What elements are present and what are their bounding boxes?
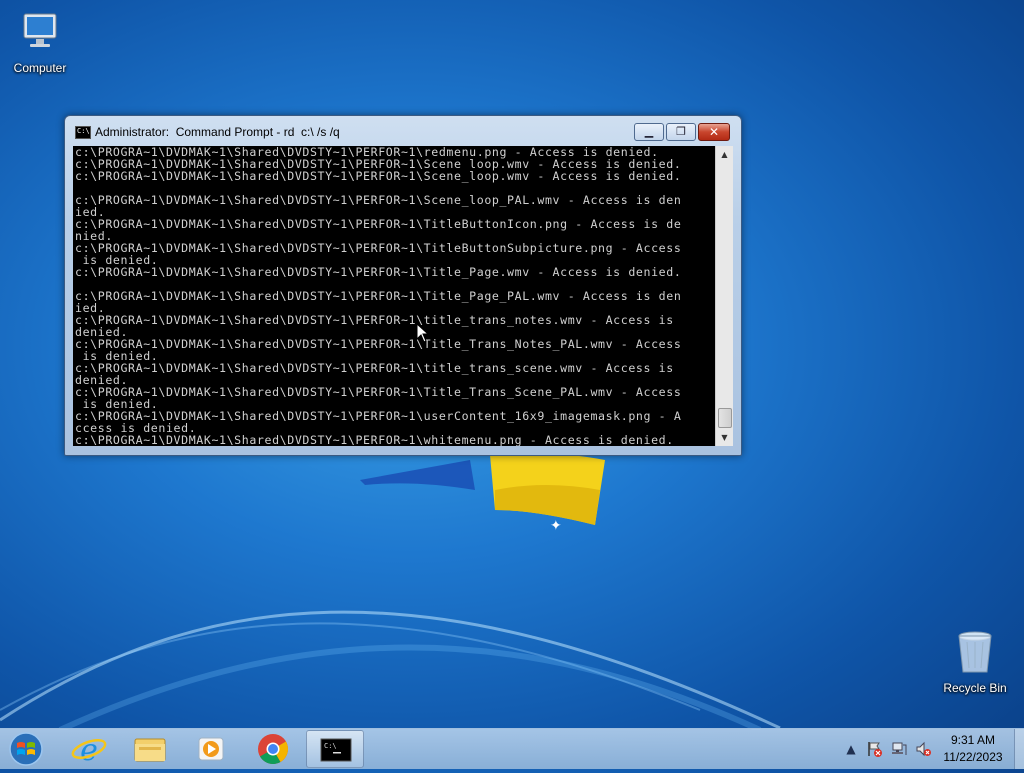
- clock-date: 11/22/2023: [943, 750, 1003, 764]
- console-line: c:\PROGRA~1\DVDMAK~1\Shared\DVDSTY~1\PER…: [75, 289, 682, 303]
- show-hidden-icons-icon[interactable]: ▲: [843, 741, 859, 757]
- console-output[interactable]: c:\PROGRA~1\DVDMAK~1\Shared\DVDSTY~1\PER…: [73, 146, 715, 446]
- clock-time: 9:31 AM: [950, 733, 996, 747]
- scroll-up-arrow-icon[interactable]: ▲: [716, 146, 733, 163]
- console-text-area: c:\PROGRA~1\DVDMAK~1\Shared\DVDSTY~1\PER…: [73, 146, 715, 446]
- taskbar-item-internet-explorer[interactable]: e: [60, 730, 118, 768]
- svg-text:✦: ✦: [550, 518, 562, 534]
- minimize-icon: ▁: [644, 125, 654, 138]
- console-line: c:\PROGRA~1\DVDMAK~1\Shared\DVDSTY~1\PER…: [75, 169, 682, 183]
- desktop-icon-computer[interactable]: Computer: [0, 8, 80, 75]
- cmd-icon: C:\: [75, 126, 91, 139]
- taskbar-clock[interactable]: 9:31 AM 11/22/2023: [938, 732, 1008, 766]
- command-prompt-window[interactable]: C:\ Administrator: Command Prompt - rd c…: [64, 115, 742, 456]
- close-button[interactable]: ✕: [698, 123, 730, 141]
- network-icon[interactable]: [891, 741, 907, 757]
- scrollbar-thumb[interactable]: [718, 408, 732, 428]
- console-line: c:\PROGRA~1\DVDMAK~1\Shared\DVDSTY~1\PER…: [75, 361, 674, 375]
- computer-icon: [23, 13, 57, 47]
- console-line: c:\PROGRA~1\DVDMAK~1\Shared\DVDSTY~1\PER…: [75, 385, 682, 399]
- console-line: c:\PROGRA~1\DVDMAK~1\Shared\DVDSTY~1\PER…: [75, 265, 682, 279]
- mouse-cursor-icon: [416, 323, 430, 343]
- show-desktop-button[interactable]: [1014, 729, 1024, 769]
- maximize-icon: ❐: [676, 125, 686, 138]
- minimize-button[interactable]: ▁: [634, 123, 664, 141]
- svg-text:e: e: [80, 733, 98, 768]
- scroll-down-arrow-icon[interactable]: ▼: [716, 429, 733, 446]
- window-title: Administrator: Command Prompt - rd c:\ /…: [95, 125, 340, 139]
- volume-muted-icon[interactable]: [915, 741, 931, 757]
- taskbar-item-command-prompt[interactable]: C:\: [306, 730, 364, 768]
- desktop-icon-label: Computer: [13, 61, 67, 75]
- console-line: c:\PROGRA~1\DVDMAK~1\Shared\DVDSTY~1\PER…: [75, 433, 674, 446]
- action-center-icon[interactable]: [866, 741, 882, 757]
- close-icon: ✕: [708, 125, 720, 139]
- taskbar-item-chrome[interactable]: [244, 730, 302, 768]
- vertical-scrollbar[interactable]: ▲ ▼: [715, 146, 733, 446]
- chrome-icon: [258, 734, 289, 765]
- desktop-icon-label: Recycle Bin: [943, 681, 1007, 695]
- windows-start-icon[interactable]: [6, 730, 46, 768]
- taskbar-item-file-explorer[interactable]: [121, 730, 179, 768]
- console-line: c:\PROGRA~1\DVDMAK~1\Shared\DVDSTY~1\PER…: [75, 217, 682, 231]
- taskbar-item-media-player[interactable]: [182, 730, 240, 768]
- console-line: c:\PROGRA~1\DVDMAK~1\Shared\DVDSTY~1\PER…: [75, 193, 682, 207]
- console-line: c:\PROGRA~1\DVDMAK~1\Shared\DVDSTY~1\PER…: [75, 241, 682, 255]
- console-line: c:\PROGRA~1\DVDMAK~1\Shared\DVDSTY~1\PER…: [75, 313, 674, 327]
- desktop-icon-recycle-bin[interactable]: Recycle Bin: [935, 628, 1015, 695]
- windows-flag-logo: ✦: [360, 453, 605, 534]
- cmd-icon: C:\: [320, 738, 352, 762]
- window-title-bar[interactable]: C:\ Administrator: Command Prompt - rd c…: [65, 116, 741, 146]
- taskbar: e C:\ ▲ 9:31 AM 11/22/2023: [0, 728, 1024, 769]
- file-explorer-icon: [134, 738, 166, 762]
- console-line: c:\PROGRA~1\DVDMAK~1\Shared\DVDSTY~1\PER…: [75, 337, 682, 351]
- media-player-icon: [198, 737, 224, 761]
- recycle-bin-icon: [958, 631, 992, 673]
- internet-explorer-icon: e: [71, 733, 107, 768]
- svg-text:C:\: C:\: [324, 742, 337, 750]
- maximize-button[interactable]: ❐: [666, 123, 696, 141]
